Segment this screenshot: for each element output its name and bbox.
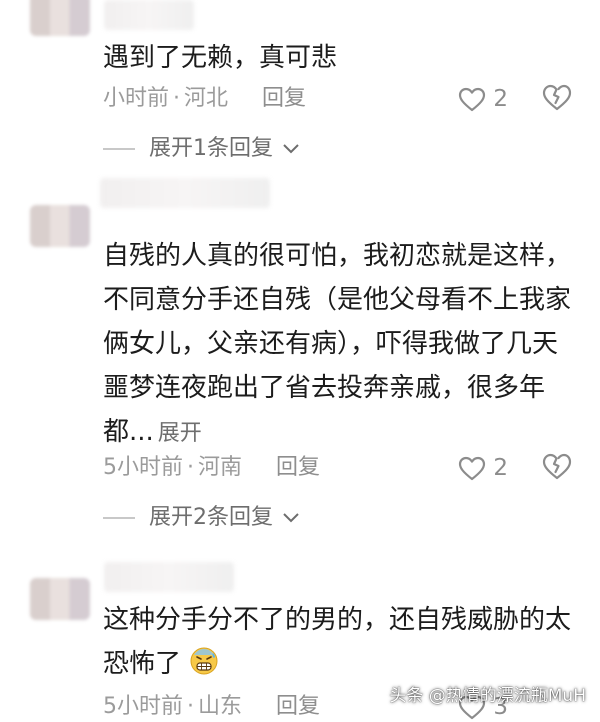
avatar[interactable] xyxy=(30,578,90,620)
expand-replies-button[interactable]: 展开2条回复 xyxy=(103,503,300,533)
comment-text-body: 自残的人真的很可怕，我初恋就是这样，不同意分手还自残（是他父母看不上我家俩女儿，… xyxy=(103,241,572,447)
watermark: 头条 @热情的漂流瓶MuH xyxy=(389,686,586,706)
reply-button[interactable]: 回复 xyxy=(276,694,320,719)
dislike-button[interactable] xyxy=(542,453,572,483)
like-count: 2 xyxy=(493,86,508,112)
dislike-button[interactable] xyxy=(542,84,572,114)
chevron-down-icon xyxy=(283,144,299,154)
comment-meta: 5小时前 · 河南 回复 xyxy=(103,453,320,483)
username-blurred[interactable] xyxy=(104,0,194,30)
grimacing-sweat-emoji-icon xyxy=(190,647,218,675)
like-count: 2 xyxy=(493,455,508,481)
chevron-down-icon xyxy=(283,513,299,523)
like-button[interactable]: 2 xyxy=(458,84,508,114)
meta-separator: · xyxy=(173,86,181,111)
meta-separator: · xyxy=(187,455,194,480)
comment-location: 山东 xyxy=(198,694,243,719)
expand-text-button[interactable]: 展开 xyxy=(158,421,202,446)
comment-text: 遇到了无赖，真可悲 xyxy=(103,43,338,73)
comment-time: 5小时前 xyxy=(103,694,183,719)
comment-location: 河北 xyxy=(184,86,229,111)
comment-text: 这种分手分不了的男的，还自残威胁的太恐怖了 xyxy=(103,598,573,686)
heart-outline-icon xyxy=(458,87,486,111)
comment-time: 5小时前 xyxy=(103,455,183,480)
reply-button[interactable]: 回复 xyxy=(262,86,306,111)
divider-line xyxy=(103,148,135,150)
comment-text: 自残的人真的很可怕，我初恋就是这样，不同意分手还自残（是他父母看不上我家俩女儿，… xyxy=(103,234,573,454)
broken-heart-icon xyxy=(542,453,572,480)
comment-meta: 小时前 · 河北 回复 xyxy=(103,84,306,114)
broken-heart-icon xyxy=(542,84,572,111)
meta-separator: · xyxy=(187,694,194,719)
expand-replies-button[interactable]: 展开1条回复 xyxy=(103,134,300,164)
avatar[interactable] xyxy=(30,205,90,247)
comment-location: 河南 xyxy=(198,455,243,480)
comment-time: 小时前 xyxy=(103,86,170,111)
username-blurred[interactable] xyxy=(104,562,234,592)
avatar[interactable] xyxy=(30,0,90,36)
expand-replies-label: 展开1条回复 xyxy=(149,136,273,161)
divider-line xyxy=(103,517,135,519)
like-button[interactable]: 2 xyxy=(458,453,508,483)
reply-button[interactable]: 回复 xyxy=(276,455,320,480)
comment-text-body: 这种分手分不了的男的，还自残威胁的太恐怖了 xyxy=(103,605,572,679)
username-blurred[interactable] xyxy=(100,178,270,208)
heart-outline-icon xyxy=(458,456,486,480)
expand-replies-label: 展开2条回复 xyxy=(149,505,273,530)
